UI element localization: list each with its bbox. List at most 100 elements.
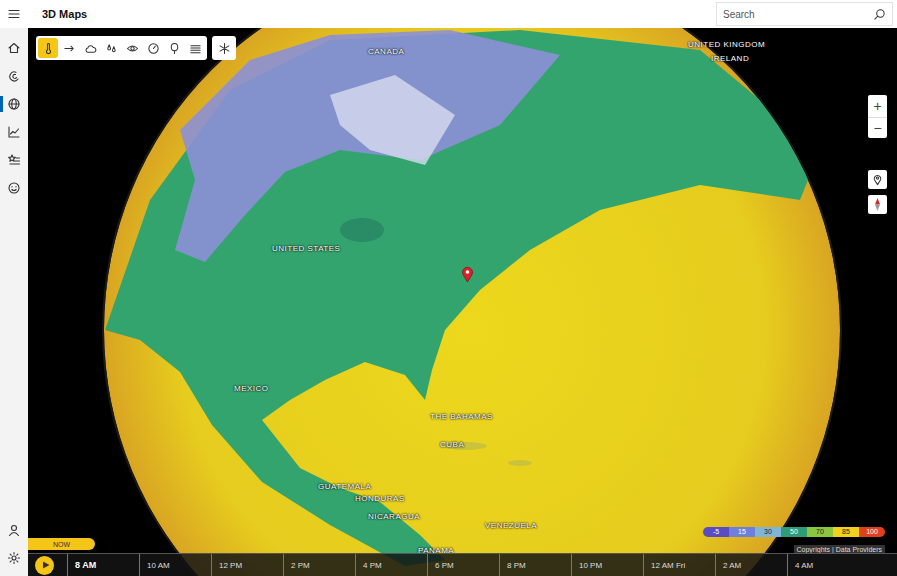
legend-bar: -5 15 30 50 70 85 100 [703,527,885,537]
sidebar [0,28,28,576]
map-label: CUBA [440,440,464,449]
balloon-icon [168,42,181,55]
globe-map[interactable]: CANADA UNITED KINGDOM IRELAND UNITED STATES… [28,28,897,576]
cloud-icon [84,42,97,55]
timeline-slot[interactable]: 4 AM [787,554,859,576]
layer-button[interactable] [38,38,58,58]
time-label: 10 AM [147,561,170,570]
time-label: 4 AM [795,561,813,570]
compass-button[interactable] [868,195,887,214]
search-icon [873,8,886,21]
time-label: 2 AM [723,561,741,570]
layer-button[interactable] [80,38,100,58]
search-box[interactable] [716,2,893,26]
zoom-control: +− [868,95,887,138]
visibility-icon [126,42,139,55]
layer-button[interactable] [185,38,205,58]
home-icon [7,41,21,55]
sidebar-item[interactable] [0,90,28,118]
map-label: NICARAGUA [368,512,420,521]
legend-label: 50 [790,527,798,537]
sidebar-item[interactable] [0,174,28,202]
timeline[interactable]: 8 AM 10 AM 12 PM 2 PM 4 PM 6 PM 8 PM 10 PM 12 AM… [28,553,897,576]
compass-icon [871,197,884,212]
time-label: 6 PM [435,561,454,570]
layer-toolbar [36,36,236,60]
legend-stop: 50 [781,527,807,537]
map-label: IRELAND [711,54,749,63]
snowflake-icon [218,42,231,55]
time-label: 10 PM [579,561,602,570]
location-icon [871,173,884,186]
search-input[interactable] [723,9,873,20]
sidebar-item[interactable] [0,544,28,572]
favorites-icon [7,153,21,167]
sidebar-item[interactable] [0,62,28,90]
snow-button[interactable] [214,38,234,58]
globe[interactable] [28,28,897,576]
map-label: MEXICO [234,384,269,393]
legend-label: 85 [842,527,850,537]
legend-stop: 85 [833,527,859,537]
sidebar-item[interactable] [0,118,28,146]
time-label: 8 AM [75,560,96,570]
legend-stop: 70 [807,527,833,537]
sidebar-item[interactable] [0,34,28,62]
layer-button[interactable] [164,38,184,58]
account-icon [7,523,21,537]
legend-label: 15 [738,527,746,537]
pressure-icon [147,42,160,55]
sidebar-item[interactable] [0,516,28,544]
play-button[interactable] [35,556,54,575]
timeline-slot[interactable]: 4 PM [355,554,427,576]
timeline-slot[interactable]: 2 PM [283,554,355,576]
sidebar-item[interactable] [0,146,28,174]
feedback-icon [7,181,21,195]
time-label: 2 PM [291,561,310,570]
timeline-slot[interactable]: 2 AM [715,554,787,576]
layer-button[interactable] [101,38,121,58]
locate-button[interactable] [868,170,887,189]
legend-label: -5 [713,527,719,537]
settings-icon [7,551,21,565]
forecast-icon [7,69,21,83]
globe-icon [7,97,21,111]
time-label: 8 PM [507,561,526,570]
timeline-slot[interactable]: 10 PM [571,554,643,576]
zoom-in-button[interactable]: + [868,96,887,115]
hamburger-icon [7,7,21,21]
chart-icon [7,125,21,139]
time-label: 4 PM [363,561,382,570]
location-pin-icon[interactable] [461,266,474,283]
legend-stop: 30 [755,527,781,537]
time-label: 12 PM [219,561,242,570]
title-bar: 3D Maps [0,0,897,28]
timeline-slot[interactable]: 8 AM [67,554,139,576]
legend-label: 70 [816,527,824,537]
layer-button[interactable] [59,38,79,58]
wind-icon [63,42,76,55]
zoom-out-button[interactable]: − [868,117,887,137]
legend-stop: 15 [729,527,755,537]
temperature-legend: -51530507085100Copyrights | Data Provide… [703,527,885,554]
layer-button[interactable] [122,38,142,58]
play-icon [42,561,50,569]
layers-icon [189,42,202,55]
timeline-slot[interactable]: 10 AM [139,554,211,576]
map-label: GUATEMALA [318,482,371,491]
menu-button[interactable] [0,7,28,21]
timeline-slot[interactable]: 12 PM [211,554,283,576]
legend-stop: -5 [703,527,729,537]
time-label: 12 AM Fri [651,561,685,570]
map-label: UNITED STATES [272,244,340,253]
map-label: VENEZUELA [485,521,537,530]
map-label: THE BAHAMAS [430,412,493,421]
layer-button[interactable] [143,38,163,58]
legend-label: 100 [866,527,878,537]
timeline-slot[interactable]: 6 PM [427,554,499,576]
now-badge[interactable]: NOW [28,538,95,550]
timeline-slot[interactable]: 12 AM Fri [643,554,715,576]
timeline-slot[interactable]: 8 PM [499,554,571,576]
map-label: UNITED KINGDOM [688,40,765,49]
map-label: CANADA [368,47,404,56]
